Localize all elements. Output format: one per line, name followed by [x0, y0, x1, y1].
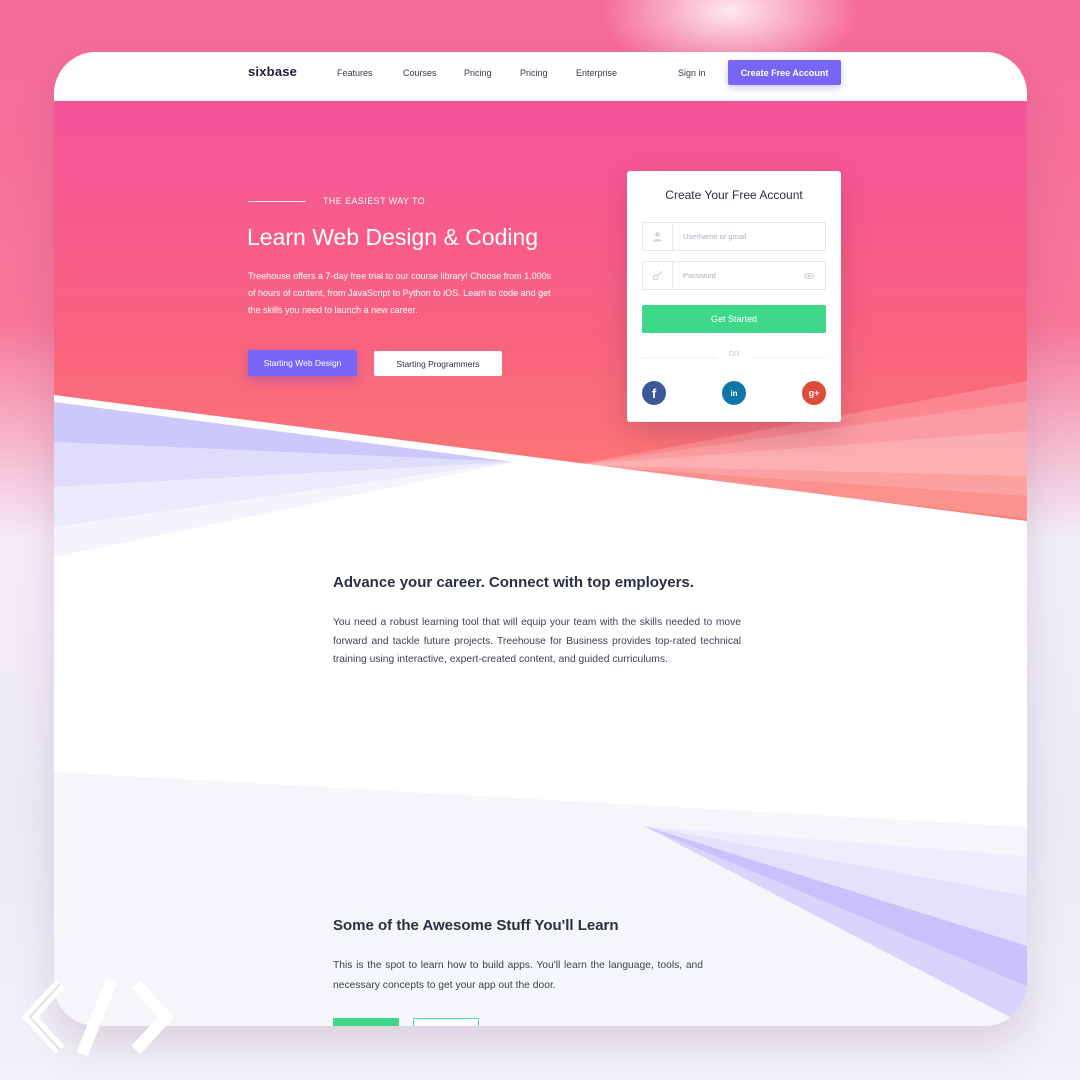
starting-programmers-button[interactable]: Starting Programmers	[374, 351, 502, 376]
learn-primary-button[interactable]	[333, 1018, 399, 1026]
facebook-icon[interactable]: f	[642, 381, 666, 405]
signup-form: Create Your Free Account Get Started OR …	[627, 171, 841, 422]
hero-title: Learn Web Design & Coding	[247, 224, 539, 250]
learn-section-title: Some of the Awesome Stuff You'll Learn	[333, 917, 619, 934]
or-divider-right	[751, 357, 826, 358]
eyebrow-divider	[248, 201, 306, 202]
brand-logo[interactable]: sixbase	[248, 64, 297, 79]
learn-section-body: This is the spot to learn how to build a…	[333, 960, 703, 991]
hero-description: Treehouse offers a 7-day free trial to o…	[248, 271, 552, 315]
username-input[interactable]	[683, 229, 803, 243]
password-input[interactable]	[683, 268, 803, 282]
get-started-button[interactable]: Get Started	[642, 305, 826, 333]
nav-link-courses[interactable]: Courses	[403, 68, 437, 78]
linkedin-icon[interactable]: in	[722, 381, 746, 405]
nav-link-pricing[interactable]: Pricing	[464, 68, 492, 78]
starting-web-design-button[interactable]: Starting Web Design	[248, 350, 357, 376]
learn-secondary-button[interactable]	[413, 1018, 479, 1026]
nav-link-pricing-2[interactable]: Pricing	[520, 68, 548, 78]
top-nav: sixbase Features Courses Pricing Pricing…	[54, 52, 1027, 101]
sign-in-link[interactable]: Sign in	[678, 68, 706, 78]
career-section-title: Advance your career. Connect with top em…	[333, 574, 694, 591]
landing-page-window: sixbase Features Courses Pricing Pricing…	[54, 52, 1027, 1026]
google-plus-icon[interactable]: g+	[802, 381, 826, 405]
hero-eyebrow: THE EASIEST WAY TO	[323, 196, 426, 206]
nav-link-features[interactable]: Features	[337, 68, 373, 78]
create-free-account-button[interactable]: Create Free Account	[728, 60, 841, 85]
key-icon	[643, 262, 673, 289]
username-field[interactable]	[642, 222, 826, 251]
password-field[interactable]	[642, 261, 826, 290]
signup-title: Create Your Free Account	[665, 188, 803, 202]
eye-icon[interactable]	[803, 270, 815, 282]
code-brackets-icon	[21, 977, 175, 1057]
user-icon	[643, 223, 673, 250]
career-section-body: You need a robust learning tool that wil…	[333, 617, 741, 665]
nav-link-enterprise[interactable]: Enterprise	[576, 68, 617, 78]
